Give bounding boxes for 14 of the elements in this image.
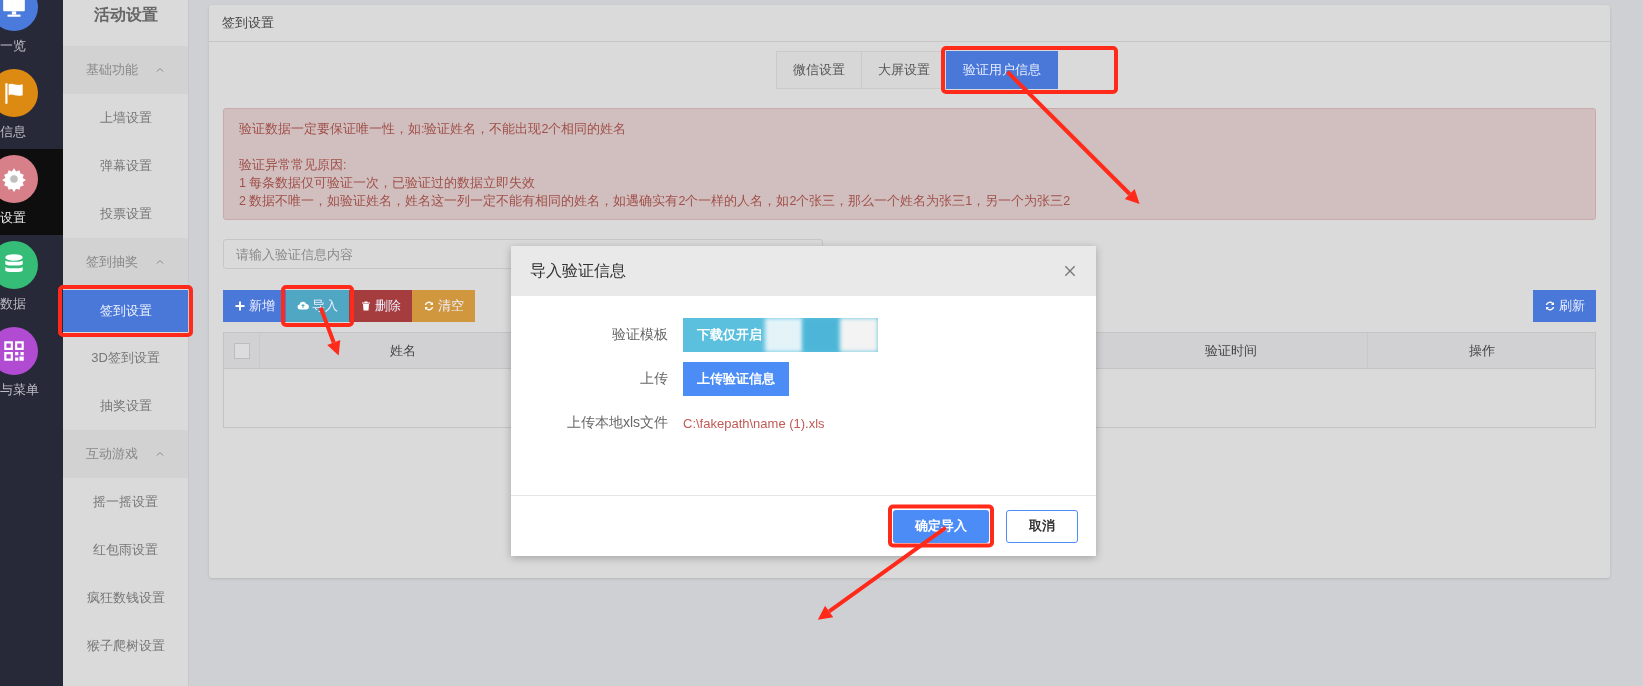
column-header: 姓名 <box>390 341 416 360</box>
column-header: 操作 <box>1468 341 1495 360</box>
notice-text: 2 数据不唯一，如验证姓名，姓名这一列一定不能有相同的姓名，如遇确实有2个一样的人名，如2个张三，那么一个姓名为张三1，另一个为张三2 <box>239 193 1072 210</box>
file-path: C:\fakepath\name (1).xls <box>683 415 825 431</box>
dialog-title: 导入验证信息 <box>530 260 626 281</box>
field-label: 上传本地xls文件 <box>565 414 669 432</box>
field-label: 验证模板 <box>611 326 669 344</box>
sidebar-title: 活动设置 <box>92 5 159 25</box>
notice-text: 1 每条数据仅可验证一次，已验证过的数据立即失效 <box>239 175 537 192</box>
column-header: 验证时间 <box>1204 341 1257 360</box>
notice-text: 验证异常常见原因: <box>239 157 348 174</box>
panel-title: 签到设置 <box>209 5 1610 42</box>
field-label: 上传 <box>639 370 669 388</box>
notice-text: 验证数据一定要保证唯一性，如:验证姓名，不能出现2个相同的姓名 <box>239 121 628 138</box>
